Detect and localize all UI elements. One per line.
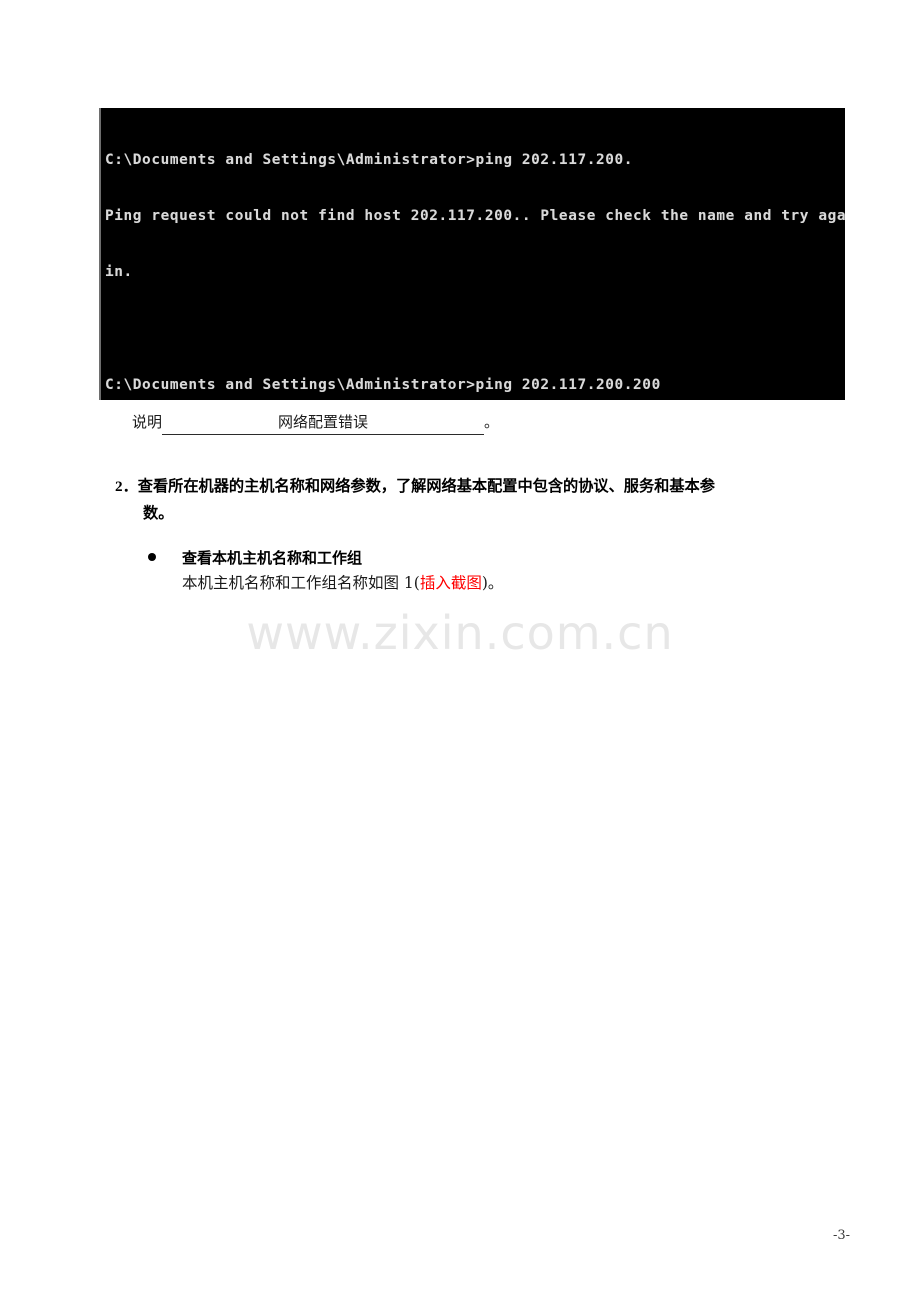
bullet-dot-icon bbox=[148, 553, 156, 561]
console-line: Ping request could not find host 202.117… bbox=[105, 207, 845, 224]
task-item-2: 2．查看所在机器的主机名称和网络参数，了解网络基本配置中包含的协议、服务和基本参… bbox=[115, 473, 890, 527]
command-prompt-screenshot: C:\Documents and Settings\Administrator>… bbox=[99, 108, 845, 400]
explanation-period: 。 bbox=[484, 413, 500, 431]
explanation-blank-field[interactable]: 网络配置错误 bbox=[162, 411, 485, 435]
bullet-block-1: 查看本机主机名称和工作组 本机主机名称和工作组名称如图 1(插入截图)。 bbox=[148, 546, 848, 596]
bullet-body-suffix: )。 bbox=[481, 574, 504, 592]
bullet-body-placeholder-red: 插入截图 bbox=[419, 574, 482, 592]
explanation-answer-row: 说明 网络配置错误。 bbox=[132, 411, 499, 435]
bullet-heading-text: 查看本机主机名称和工作组 bbox=[182, 549, 363, 567]
watermark: www.zixin.com.cn bbox=[246, 606, 674, 660]
page-number: -3- bbox=[832, 1228, 850, 1243]
bullet-heading-row: 查看本机主机名称和工作组 bbox=[148, 546, 848, 571]
console-line: in. bbox=[105, 264, 133, 281]
task-item-2-number: 2． bbox=[115, 478, 138, 495]
console-line: C:\Documents and Settings\Administrator>… bbox=[105, 151, 634, 168]
task-item-2-text: 查看所在机器的主机名称和网络参数，了解网络基本配置中包含的协议、服务和基本参 bbox=[137, 477, 715, 495]
console-line: C:\Documents and Settings\Administrator>… bbox=[105, 377, 661, 394]
explanation-label: 说明 bbox=[132, 413, 163, 431]
task-item-2-text-cont: 数。 bbox=[143, 504, 174, 522]
console-output: C:\Documents and Settings\Administrator>… bbox=[101, 108, 845, 400]
document-page: C:\Documents and Settings\Administrator>… bbox=[0, 0, 920, 1300]
bullet-body-prefix: 本机主机名称和工作组名称如图 1( bbox=[182, 574, 420, 592]
bullet-body-row: 本机主机名称和工作组名称如图 1(插入截图)。 bbox=[148, 571, 848, 596]
